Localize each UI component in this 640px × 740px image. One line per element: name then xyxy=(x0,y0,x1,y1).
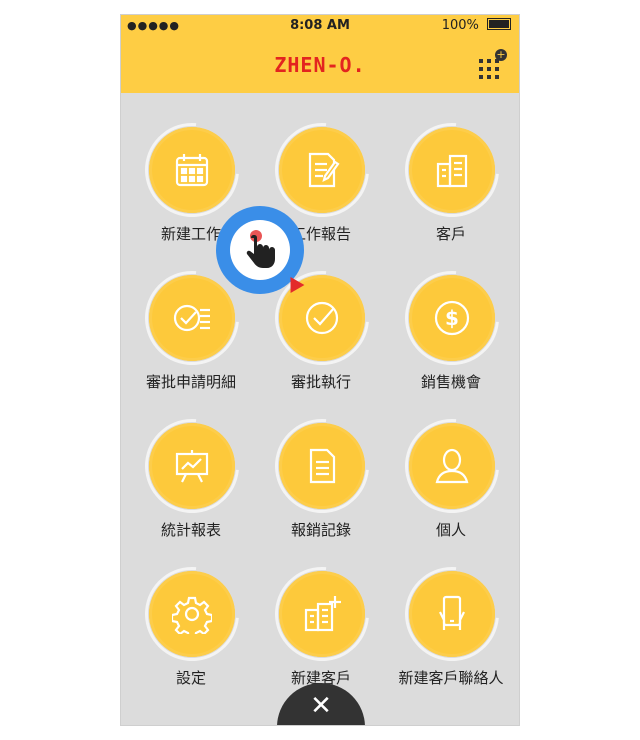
menu-tile-new-customer[interactable]: 新建客戶 xyxy=(255,547,389,701)
menu-label: 審批執行 xyxy=(290,373,351,391)
menu-tile-statistics[interactable]: 統計報表 xyxy=(125,399,259,553)
calendar-icon xyxy=(175,154,209,187)
document-icon xyxy=(309,448,336,484)
check-list-icon xyxy=(173,304,210,332)
dollar-icon: $ xyxy=(434,300,470,336)
phone-hand-icon xyxy=(439,595,465,630)
menu-tile-approval-details[interactable]: 審批申請明細 xyxy=(125,251,259,405)
tap-indicator xyxy=(216,206,305,294)
phone-screen: ●●●●● 8:08 AM 100% ZHEN-O. + 新建工作 工作報告 客… xyxy=(120,14,520,726)
menu-label: 客戶 xyxy=(435,225,466,243)
menu-tile-expense-records[interactable]: 報銷記錄 xyxy=(255,399,389,553)
menu-tile-approval-execute[interactable]: 審批執行 xyxy=(255,251,389,405)
menu-label: 統計報表 xyxy=(160,521,221,539)
building-plus-icon xyxy=(304,596,341,632)
person-icon xyxy=(435,448,469,484)
svg-text:$: $ xyxy=(445,306,459,330)
status-bar: ●●●●● 8:08 AM 100% xyxy=(121,15,519,37)
menu-tile-new-contact[interactable]: 新建客戶聯絡人 xyxy=(385,547,519,701)
menu-label: 新建客戶聯絡人 xyxy=(398,669,504,687)
close-icon: ✕ xyxy=(310,691,332,721)
menu-label: 報銷記錄 xyxy=(290,521,351,539)
menu-label: 設定 xyxy=(175,669,206,687)
add-app-grid-button[interactable]: + xyxy=(479,49,507,79)
building-icon xyxy=(436,154,468,188)
menu-tile-customers[interactable]: 客戶 xyxy=(385,103,519,257)
report-edit-icon xyxy=(308,152,340,188)
battery-percent: 100% xyxy=(441,18,479,33)
check-circle-icon xyxy=(305,301,339,335)
menu-label: 銷售機會 xyxy=(420,373,481,391)
app-header: ZHEN-O. + xyxy=(121,37,519,93)
menu-label: 個人 xyxy=(435,521,466,539)
battery-indicator: 100% xyxy=(442,18,511,33)
battery-icon xyxy=(487,18,511,30)
chart-board-icon xyxy=(175,450,209,483)
gear-icon xyxy=(172,596,212,634)
menu-tile-sales-opportunity[interactable]: $ 銷售機會 xyxy=(385,251,519,405)
app-logo: ZHEN-O. xyxy=(274,53,366,77)
menu-tile-personal[interactable]: 個人 xyxy=(385,399,519,553)
plus-icon: + xyxy=(495,48,507,61)
menu-label: 審批申請明細 xyxy=(145,373,236,391)
pointing-hand-icon xyxy=(246,230,275,268)
menu-tile-settings[interactable]: 設定 xyxy=(125,547,259,701)
